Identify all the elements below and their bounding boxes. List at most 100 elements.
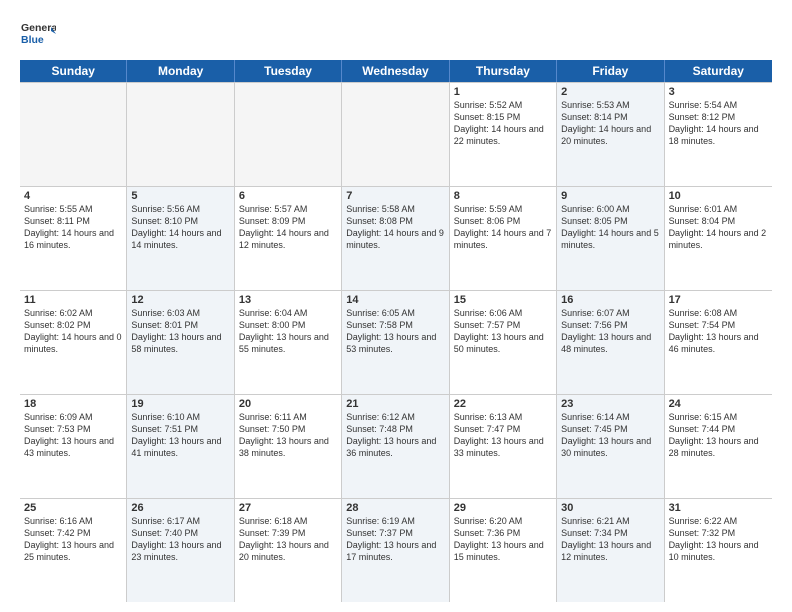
cell-details: Sunrise: 6:15 AM Sunset: 7:44 PM Dayligh… [669, 411, 768, 460]
calendar-cell: 13Sunrise: 6:04 AM Sunset: 8:00 PM Dayli… [235, 291, 342, 394]
day-number: 13 [239, 294, 337, 306]
calendar-cell: 1Sunrise: 5:52 AM Sunset: 8:15 PM Daylig… [450, 83, 557, 186]
day-number: 30 [561, 502, 659, 514]
calendar-row-2: 11Sunrise: 6:02 AM Sunset: 8:02 PM Dayli… [20, 291, 772, 395]
day-number: 11 [24, 294, 122, 306]
day-number: 10 [669, 190, 768, 202]
weekday-header-friday: Friday [557, 60, 664, 82]
calendar: SundayMondayTuesdayWednesdayThursdayFrid… [20, 60, 772, 602]
page: General Blue SundayMondayTuesdayWednesda… [0, 0, 792, 612]
calendar-cell: 21Sunrise: 6:12 AM Sunset: 7:48 PM Dayli… [342, 395, 449, 498]
day-number: 21 [346, 398, 444, 410]
weekday-header-saturday: Saturday [665, 60, 772, 82]
calendar-cell: 5Sunrise: 5:56 AM Sunset: 8:10 PM Daylig… [127, 187, 234, 290]
svg-text:General: General [21, 22, 56, 34]
calendar-cell: 30Sunrise: 6:21 AM Sunset: 7:34 PM Dayli… [557, 499, 664, 602]
cell-details: Sunrise: 6:02 AM Sunset: 8:02 PM Dayligh… [24, 307, 122, 356]
calendar-cell: 31Sunrise: 6:22 AM Sunset: 7:32 PM Dayli… [665, 499, 772, 602]
day-number: 25 [24, 502, 122, 514]
cell-details: Sunrise: 6:16 AM Sunset: 7:42 PM Dayligh… [24, 515, 122, 564]
day-number: 3 [669, 86, 768, 98]
cell-details: Sunrise: 5:55 AM Sunset: 8:11 PM Dayligh… [24, 203, 122, 252]
day-number: 19 [131, 398, 229, 410]
calendar-cell: 14Sunrise: 6:05 AM Sunset: 7:58 PM Dayli… [342, 291, 449, 394]
logo: General Blue [20, 16, 56, 52]
calendar-cell: 27Sunrise: 6:18 AM Sunset: 7:39 PM Dayli… [235, 499, 342, 602]
day-number: 1 [454, 86, 552, 98]
calendar-cell: 6Sunrise: 5:57 AM Sunset: 8:09 PM Daylig… [235, 187, 342, 290]
calendar-cell [235, 83, 342, 186]
cell-details: Sunrise: 6:19 AM Sunset: 7:37 PM Dayligh… [346, 515, 444, 564]
calendar-cell: 3Sunrise: 5:54 AM Sunset: 8:12 PM Daylig… [665, 83, 772, 186]
calendar-cell: 10Sunrise: 6:01 AM Sunset: 8:04 PM Dayli… [665, 187, 772, 290]
day-number: 14 [346, 294, 444, 306]
day-number: 17 [669, 294, 768, 306]
day-number: 31 [669, 502, 768, 514]
cell-details: Sunrise: 6:20 AM Sunset: 7:36 PM Dayligh… [454, 515, 552, 564]
weekday-header-tuesday: Tuesday [235, 60, 342, 82]
cell-details: Sunrise: 5:57 AM Sunset: 8:09 PM Dayligh… [239, 203, 337, 252]
cell-details: Sunrise: 6:03 AM Sunset: 8:01 PM Dayligh… [131, 307, 229, 356]
weekday-header-wednesday: Wednesday [342, 60, 449, 82]
calendar-cell: 25Sunrise: 6:16 AM Sunset: 7:42 PM Dayli… [20, 499, 127, 602]
calendar-header: SundayMondayTuesdayWednesdayThursdayFrid… [20, 60, 772, 82]
day-number: 5 [131, 190, 229, 202]
calendar-cell [20, 83, 127, 186]
cell-details: Sunrise: 6:01 AM Sunset: 8:04 PM Dayligh… [669, 203, 768, 252]
calendar-cell: 24Sunrise: 6:15 AM Sunset: 7:44 PM Dayli… [665, 395, 772, 498]
day-number: 29 [454, 502, 552, 514]
day-number: 2 [561, 86, 659, 98]
day-number: 12 [131, 294, 229, 306]
cell-details: Sunrise: 6:10 AM Sunset: 7:51 PM Dayligh… [131, 411, 229, 460]
calendar-cell: 15Sunrise: 6:06 AM Sunset: 7:57 PM Dayli… [450, 291, 557, 394]
cell-details: Sunrise: 5:56 AM Sunset: 8:10 PM Dayligh… [131, 203, 229, 252]
cell-details: Sunrise: 6:07 AM Sunset: 7:56 PM Dayligh… [561, 307, 659, 356]
calendar-cell: 26Sunrise: 6:17 AM Sunset: 7:40 PM Dayli… [127, 499, 234, 602]
calendar-cell: 20Sunrise: 6:11 AM Sunset: 7:50 PM Dayli… [235, 395, 342, 498]
calendar-cell: 7Sunrise: 5:58 AM Sunset: 8:08 PM Daylig… [342, 187, 449, 290]
calendar-cell [342, 83, 449, 186]
cell-details: Sunrise: 6:11 AM Sunset: 7:50 PM Dayligh… [239, 411, 337, 460]
calendar-cell: 29Sunrise: 6:20 AM Sunset: 7:36 PM Dayli… [450, 499, 557, 602]
cell-details: Sunrise: 6:05 AM Sunset: 7:58 PM Dayligh… [346, 307, 444, 356]
day-number: 26 [131, 502, 229, 514]
calendar-body: 1Sunrise: 5:52 AM Sunset: 8:15 PM Daylig… [20, 82, 772, 602]
day-number: 7 [346, 190, 444, 202]
svg-text:Blue: Blue [21, 34, 44, 46]
calendar-cell [127, 83, 234, 186]
cell-details: Sunrise: 6:13 AM Sunset: 7:47 PM Dayligh… [454, 411, 552, 460]
cell-details: Sunrise: 6:18 AM Sunset: 7:39 PM Dayligh… [239, 515, 337, 564]
calendar-row-3: 18Sunrise: 6:09 AM Sunset: 7:53 PM Dayli… [20, 395, 772, 499]
day-number: 4 [24, 190, 122, 202]
calendar-cell: 11Sunrise: 6:02 AM Sunset: 8:02 PM Dayli… [20, 291, 127, 394]
calendar-cell: 18Sunrise: 6:09 AM Sunset: 7:53 PM Dayli… [20, 395, 127, 498]
weekday-header-monday: Monday [127, 60, 234, 82]
day-number: 9 [561, 190, 659, 202]
day-number: 22 [454, 398, 552, 410]
cell-details: Sunrise: 6:06 AM Sunset: 7:57 PM Dayligh… [454, 307, 552, 356]
calendar-cell: 22Sunrise: 6:13 AM Sunset: 7:47 PM Dayli… [450, 395, 557, 498]
day-number: 24 [669, 398, 768, 410]
calendar-row-0: 1Sunrise: 5:52 AM Sunset: 8:15 PM Daylig… [20, 83, 772, 187]
logo-graphic: General Blue [20, 16, 56, 52]
calendar-cell: 19Sunrise: 6:10 AM Sunset: 7:51 PM Dayli… [127, 395, 234, 498]
calendar-cell: 8Sunrise: 5:59 AM Sunset: 8:06 PM Daylig… [450, 187, 557, 290]
calendar-row-4: 25Sunrise: 6:16 AM Sunset: 7:42 PM Dayli… [20, 499, 772, 602]
cell-details: Sunrise: 5:52 AM Sunset: 8:15 PM Dayligh… [454, 99, 552, 148]
calendar-cell: 9Sunrise: 6:00 AM Sunset: 8:05 PM Daylig… [557, 187, 664, 290]
calendar-cell: 17Sunrise: 6:08 AM Sunset: 7:54 PM Dayli… [665, 291, 772, 394]
day-number: 27 [239, 502, 337, 514]
calendar-cell: 23Sunrise: 6:14 AM Sunset: 7:45 PM Dayli… [557, 395, 664, 498]
day-number: 15 [454, 294, 552, 306]
weekday-header-sunday: Sunday [20, 60, 127, 82]
day-number: 28 [346, 502, 444, 514]
calendar-cell: 2Sunrise: 5:53 AM Sunset: 8:14 PM Daylig… [557, 83, 664, 186]
header: General Blue [20, 16, 772, 52]
cell-details: Sunrise: 5:53 AM Sunset: 8:14 PM Dayligh… [561, 99, 659, 148]
cell-details: Sunrise: 6:09 AM Sunset: 7:53 PM Dayligh… [24, 411, 122, 460]
cell-details: Sunrise: 6:00 AM Sunset: 8:05 PM Dayligh… [561, 203, 659, 252]
calendar-cell: 28Sunrise: 6:19 AM Sunset: 7:37 PM Dayli… [342, 499, 449, 602]
calendar-cell: 12Sunrise: 6:03 AM Sunset: 8:01 PM Dayli… [127, 291, 234, 394]
day-number: 20 [239, 398, 337, 410]
day-number: 23 [561, 398, 659, 410]
